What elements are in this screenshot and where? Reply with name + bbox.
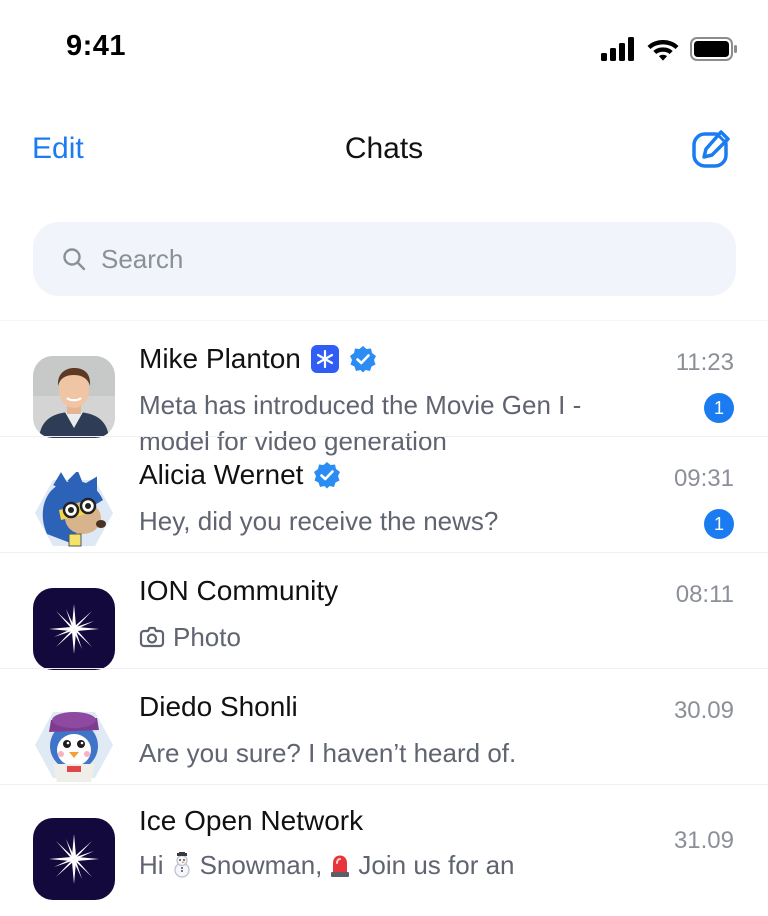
page-title: Chats bbox=[344, 132, 424, 165]
siren-emoji-icon bbox=[331, 855, 350, 877]
chat-row-ion-community[interactable]: ION Community Photo 08:11 bbox=[0, 552, 768, 670]
compose-icon[interactable] bbox=[690, 128, 732, 170]
battery-icon bbox=[690, 37, 737, 61]
chat-time: 08:11 bbox=[675, 581, 734, 608]
unread-badge: 1 bbox=[704, 509, 734, 539]
status-time: 9:41 bbox=[66, 30, 127, 62]
avatar bbox=[33, 818, 115, 900]
chat-message: Hey, did you receive the news? bbox=[139, 506, 499, 536]
nav-bar: Edit Chats bbox=[0, 120, 768, 180]
avatar bbox=[33, 588, 115, 670]
avatar bbox=[33, 356, 115, 438]
search-placeholder: Search bbox=[101, 243, 184, 274]
chat-name-text: Ice Open Network bbox=[139, 805, 364, 836]
chat-message: Are you sure? I haven’t heard of. bbox=[139, 738, 517, 768]
verified-icon bbox=[349, 346, 376, 373]
chat-message-text: Photo bbox=[173, 622, 241, 652]
status-icons bbox=[600, 36, 738, 62]
chat-name-text: ION Community bbox=[139, 575, 339, 606]
chat-name: Ice Open Network bbox=[139, 805, 363, 837]
chat-message: Photo bbox=[139, 619, 659, 655]
ion-badge-icon bbox=[310, 345, 339, 373]
chat-time: 11:23 bbox=[675, 349, 734, 376]
chat-message-part: Snowman, bbox=[199, 850, 323, 880]
chat-row-diedo-shonli[interactable]: Diedo Shonli Are you sure? I haven’t hea… bbox=[0, 668, 768, 784]
chat-row-ice-open-network[interactable]: Ice Open Network Hi Snowman, Join us for… bbox=[0, 784, 768, 900]
chat-name-text: Mike Planton bbox=[139, 343, 301, 374]
ion-star-logo-icon bbox=[33, 818, 115, 900]
avatar bbox=[33, 704, 115, 786]
chat-name-text: Alicia Wernet bbox=[139, 459, 304, 490]
search-input[interactable]: Search bbox=[33, 222, 736, 296]
cellular-signal-icon bbox=[601, 37, 634, 61]
chat-row-mike-planton[interactable]: Mike Planton Meta has introduced the Mov… bbox=[0, 320, 768, 456]
status-bar: 9:41 bbox=[0, 0, 768, 100]
chat-name: Diedo Shonli bbox=[139, 691, 298, 723]
snowman-emoji-icon bbox=[173, 852, 190, 878]
chat-message-part: Join us for an bbox=[358, 850, 515, 880]
avatar bbox=[33, 472, 115, 554]
chat-row-alicia-wernet[interactable]: Alicia Wernet Hey, did you receive the n… bbox=[0, 436, 768, 552]
wifi-icon bbox=[647, 40, 679, 61]
chat-name: ION Community bbox=[139, 575, 338, 607]
search-icon bbox=[63, 248, 86, 271]
chat-time: 31.09 bbox=[673, 827, 734, 854]
chat-time: 09:31 bbox=[673, 465, 734, 492]
chat-time: 30.09 bbox=[673, 697, 734, 724]
chat-name-text: Diedo Shonli bbox=[139, 691, 298, 722]
chat-message-part: Hi bbox=[139, 850, 164, 880]
camera-icon bbox=[139, 626, 165, 648]
chat-list: Mike Planton Meta has introduced the Mov… bbox=[0, 320, 768, 900]
chat-name: Alicia Wernet bbox=[139, 459, 341, 491]
verified-icon bbox=[314, 462, 341, 489]
chat-message: Hi Snowman, Join us for an bbox=[139, 847, 659, 883]
ion-star-logo-icon bbox=[33, 588, 115, 670]
unread-badge: 1 bbox=[704, 393, 734, 423]
chat-name: Mike Planton bbox=[139, 343, 377, 375]
